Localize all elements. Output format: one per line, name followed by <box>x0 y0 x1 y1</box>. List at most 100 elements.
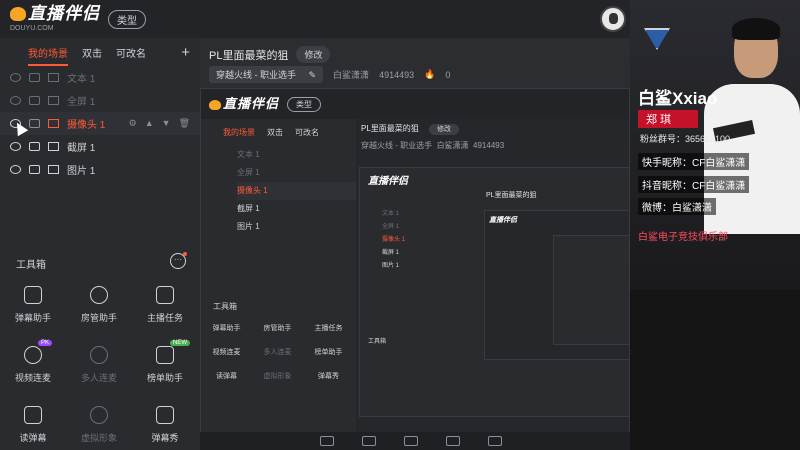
nested2-sources: 文本 1 全屏 1 摄像头 1 截屏 1 图片 1 <box>382 208 405 273</box>
nested-preview-4 <box>553 235 629 345</box>
nested-source: 图片 1 <box>237 222 260 231</box>
nested-room-id: 4914493 <box>473 141 505 150</box>
nested2-toolbox: 工具箱 <box>368 336 386 345</box>
room-info-row: 穿越火线 - 职业选手 ✎ 白鲨潇潇 4914493 🔥 0 <box>209 66 460 83</box>
nested-logo: 直播伴侣 <box>209 98 279 111</box>
tool-virtual-avatar[interactable]: 虚拟形象 <box>66 406 132 444</box>
tab-my-scene[interactable]: 我的场景 <box>28 45 68 60</box>
move-down-icon[interactable]: ▼ <box>162 118 171 129</box>
lock-icon[interactable] <box>29 73 40 82</box>
tool-label: 房管助手 <box>80 313 117 323</box>
brand-name: 直播伴侣 <box>489 217 517 224</box>
delete-icon[interactable]: 🗑 <box>179 118 190 129</box>
lock-icon[interactable] <box>29 142 40 151</box>
kuaishou-name: 快手昵称：CF白鲨潇潇 <box>638 153 750 170</box>
danmu-show-icon <box>156 406 174 424</box>
bottom-tool-icon[interactable] <box>362 436 376 446</box>
tool-admin-helper[interactable]: 房管助手 <box>66 286 132 324</box>
douyu-fish-icon <box>10 7 26 21</box>
tool-rank-helper[interactable]: NEW 榜单助手 <box>132 340 198 384</box>
source-label: 截屏 1 <box>67 143 96 154</box>
add-scene-button[interactable]: + <box>181 44 190 61</box>
eye-icon[interactable] <box>10 73 21 82</box>
tool-danmu-helper[interactable]: 弹幕助手 <box>0 286 66 324</box>
tab-rename[interactable]: 可改名 <box>116 45 146 60</box>
bottom-tool-icon[interactable] <box>446 436 460 446</box>
source-row-camera[interactable]: 摄像头 1 ⚙ ▲ ▼ 🗑 <box>0 112 200 135</box>
nested-type-button: 类型 <box>287 96 322 112</box>
nested-tool: 虚拟形象 <box>263 373 292 380</box>
lock-icon[interactable] <box>29 119 40 128</box>
tool-label: 视频连麦 <box>14 373 51 383</box>
weibo-name: 微博：白鲨潇潇 <box>638 198 716 215</box>
room-id: 4914493 <box>379 69 415 80</box>
edit-title-button[interactable]: 修改 <box>296 46 331 63</box>
source-label: 图片 1 <box>67 166 96 177</box>
nested-source: 截屏 1 <box>237 204 260 213</box>
fullscreen-icon <box>48 96 59 105</box>
task-icon <box>156 286 174 304</box>
avatar-icon <box>90 406 108 424</box>
bottom-tool-icon[interactable] <box>488 436 502 446</box>
category-button[interactable]: 穿越火线 - 职业选手 ✎ <box>209 66 324 83</box>
card-lower-area <box>630 290 800 450</box>
lock-icon[interactable] <box>29 165 40 174</box>
screenshot-icon <box>48 142 59 151</box>
nested-left: 我的场景 双击 可改名 文本 1 全屏 1 摄像头 1 截屏 1 图片 1 工具… <box>201 119 356 432</box>
tab-double-click[interactable]: 双击 <box>82 45 102 60</box>
tool-label: 弹幕秀 <box>151 433 179 443</box>
fire-icon: 🔥 <box>424 69 436 79</box>
bottom-tool-icon[interactable] <box>320 436 334 446</box>
nested-room-title: PL里面最菜的狙 <box>361 124 419 133</box>
text-icon <box>48 73 59 82</box>
row-actions: ⚙ ▲ ▼ 🗑 <box>129 118 190 129</box>
eye-icon[interactable] <box>10 96 21 105</box>
tool-danmu-show[interactable]: 弹幕秀 <box>132 406 198 444</box>
eye-icon[interactable] <box>10 165 21 174</box>
nested-preview-3: 直播伴侣 <box>484 210 629 360</box>
eye-icon[interactable] <box>10 142 21 151</box>
tool-host-task[interactable]: 主播任务 <box>132 286 198 324</box>
tool-multi-link[interactable]: 多人连麦 <box>66 346 132 384</box>
danmu-icon <box>24 286 42 304</box>
tool-video-link[interactable]: PK 视频连麦 <box>0 340 66 384</box>
streamer-name-cn: 郑 琪 <box>638 110 698 128</box>
source-label: 摄像头 1 <box>67 120 106 131</box>
nested-tool: 视频连麦 <box>212 349 241 356</box>
type-button[interactable]: 类型 <box>108 9 146 29</box>
team-logo-icon <box>644 28 670 50</box>
nested2-toolbox-title: 工具箱 <box>368 339 387 345</box>
room-title-row: PL里面最菜的狙 修改 <box>209 46 331 63</box>
nested2-brand: 直播伴侣 <box>368 172 408 187</box>
user-avatar[interactable] <box>600 6 626 32</box>
streamer-photo <box>630 0 800 290</box>
nested-edit: 修改 <box>429 124 460 135</box>
multi-link-icon <box>90 346 108 364</box>
source-row-screenshot[interactable]: 截屏 1 <box>0 135 200 158</box>
streamer-name-en: 白鲨Xxiao <box>638 89 718 108</box>
toolbox-more-button[interactable]: ··· <box>170 252 187 269</box>
scene-tabs: 我的场景 双击 可改名 + <box>0 38 200 66</box>
nested-tab: 我的场景 <box>223 128 255 137</box>
source-label: 全屏 1 <box>67 97 96 108</box>
bottom-tool-icon[interactable] <box>404 436 418 446</box>
club-name: 白鲨电子竞技俱乐部 <box>638 232 728 243</box>
settings-icon[interactable]: ⚙ <box>129 118 137 129</box>
preview-bottom-bar <box>200 432 630 450</box>
host-name: 白鲨潇潇 <box>333 70 370 80</box>
lock-icon[interactable] <box>29 96 40 105</box>
source-row-text[interactable]: 文本 1 <box>0 66 200 89</box>
nested-tool: 读弹幕 <box>216 373 237 380</box>
nested-source: 摄像头 1 <box>237 182 356 200</box>
toolbox-title: 工具箱 <box>16 260 46 271</box>
nested-source: 图片 1 <box>382 263 400 269</box>
brand-name: 直播伴侣 <box>368 176 408 187</box>
tool-read-danmu[interactable]: 读弹幕 <box>0 406 66 444</box>
source-row-image[interactable]: 图片 1 <box>0 158 200 181</box>
pk-badge: PK <box>38 340 53 346</box>
nested-source: 摄像头 1 <box>382 237 406 243</box>
move-up-icon[interactable]: ▲ <box>145 118 154 129</box>
admin-icon <box>90 286 108 304</box>
nested-tool: 弹幕秀 <box>318 373 339 380</box>
source-row-fullscreen[interactable]: 全屏 1 <box>0 89 200 112</box>
